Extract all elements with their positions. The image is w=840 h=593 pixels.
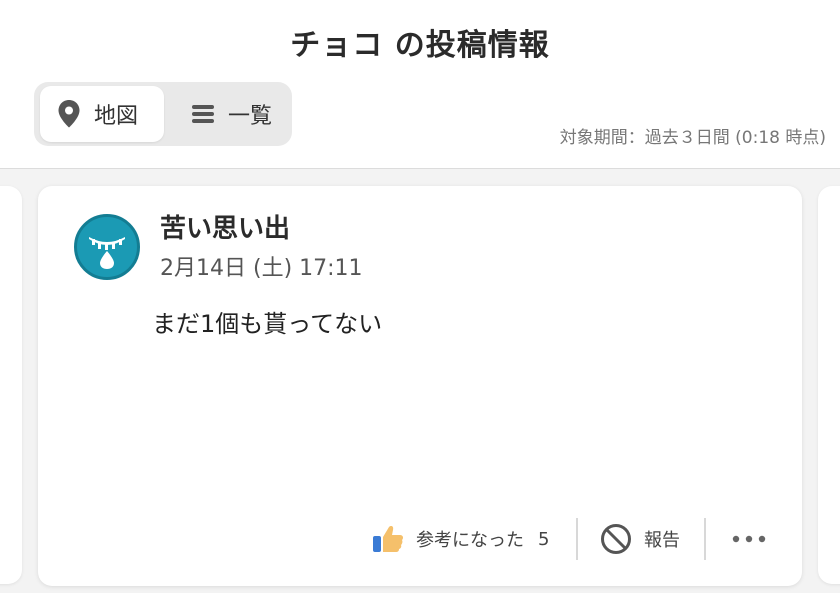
tab-map[interactable]: 地図	[40, 86, 164, 142]
tab-list[interactable]: 一覧	[182, 86, 292, 142]
previous-card[interactable]	[0, 186, 22, 584]
header: チョコ の投稿情報 地図 一覧 対象期間：過去３日間 (0:18 時点)	[0, 0, 840, 169]
divider	[576, 518, 578, 560]
view-toggle: 地図 一覧	[34, 82, 292, 146]
tab-list-label: 一覧	[228, 104, 273, 129]
next-card[interactable]	[818, 186, 840, 584]
post-body: まだ1個も貰ってない	[152, 310, 383, 338]
more-button[interactable]	[732, 516, 766, 562]
divider	[704, 518, 706, 560]
report-button[interactable]: 報告	[600, 516, 680, 562]
post-date: 2月14日 (土) 17:11	[160, 256, 363, 281]
post-title: 苦い思い出	[160, 214, 291, 244]
list-icon	[188, 99, 218, 129]
crying-face-icon	[74, 214, 140, 280]
map-pin-icon	[54, 99, 84, 129]
prohibited-icon	[600, 523, 632, 555]
post-actions: 参考になった 5 報告	[38, 516, 802, 562]
more-dots-icon	[732, 535, 766, 543]
helpful-button[interactable]: 参考になった 5	[372, 516, 549, 562]
tab-map-label: 地図	[94, 104, 139, 129]
period-text: 対象期間：過去３日間 (0:18 時点)	[559, 128, 826, 148]
page-title: チョコ の投稿情報	[290, 28, 550, 63]
helpful-label: 参考になった	[416, 530, 524, 551]
post-card: 苦い思い出 2月14日 (土) 17:11 まだ1個も貰ってない 参考になった …	[38, 186, 802, 586]
helpful-count: 5	[538, 528, 550, 550]
thumbs-up-icon	[372, 524, 404, 554]
report-label: 報告	[644, 530, 680, 551]
